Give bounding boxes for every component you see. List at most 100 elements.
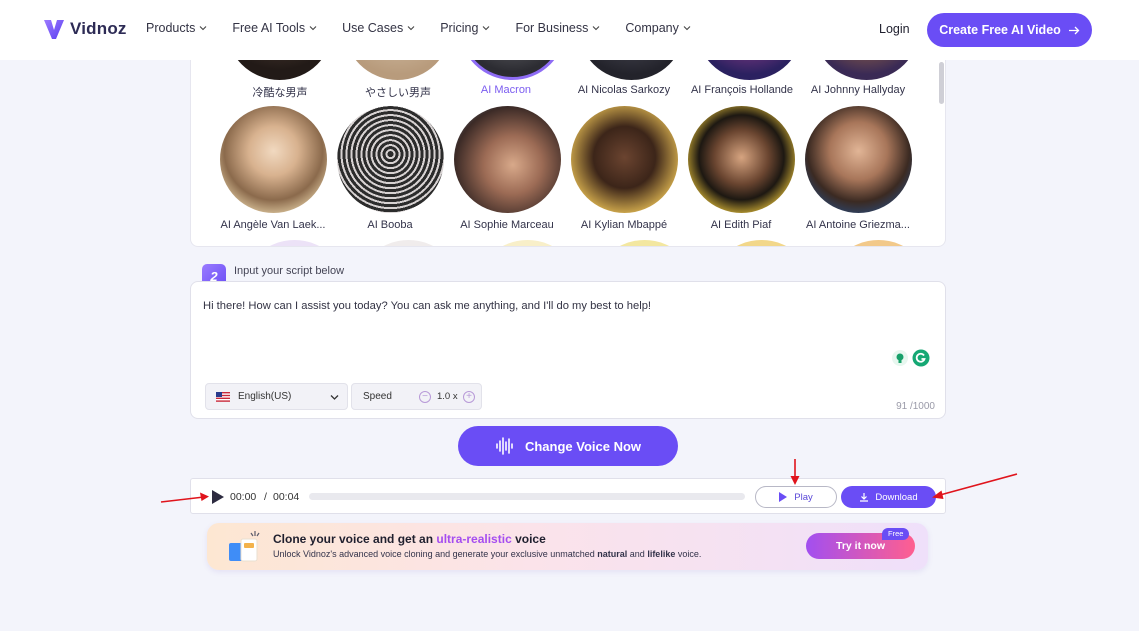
avatar-card[interactable]: AI Sophie Marceau (448, 106, 566, 231)
script-text[interactable]: Hi there! How can I assist you today? Yo… (203, 300, 651, 312)
character-counter: 91 /1000 (896, 401, 935, 412)
chevron-down-icon (593, 26, 600, 31)
speed-decrease-button[interactable]: − (419, 391, 431, 403)
avatar-name[interactable]: AI Johnny Hallyday (799, 84, 917, 96)
us-flag-icon (216, 391, 230, 402)
nav-label: Products (146, 21, 196, 35)
avatar-name: AI Angèle Van Laek... (220, 219, 326, 231)
banner-subtitle: Unlock Vidnoz's advanced voice cloning a… (273, 549, 701, 559)
vidnoz-logo[interactable]: Vidnoz (42, 17, 127, 41)
nav-company[interactable]: Company (625, 21, 691, 35)
step-2-label: Input your script below (234, 265, 345, 277)
speed-control: Speed − 1.0 x + (351, 383, 482, 410)
avatar-card[interactable]: AI Angèle Van Laek... (214, 106, 332, 231)
avatar-image[interactable] (355, 240, 462, 246)
panel-scrollbar[interactable] (939, 62, 944, 104)
avatar-image[interactable] (591, 240, 698, 246)
free-badge: Free (882, 528, 910, 540)
create-free-ai-video-button[interactable]: Create Free AI Video (927, 13, 1092, 47)
progress-bar[interactable] (309, 493, 745, 500)
avatar-image[interactable] (708, 240, 815, 246)
chevron-down-icon (330, 395, 339, 400)
language-select[interactable]: English(US) (205, 383, 348, 410)
avatar-image (804, 106, 912, 213)
time-separator: / (264, 491, 267, 503)
avatar-name[interactable]: AI Nicolas Sarkozy (565, 84, 683, 96)
banner-title: Clone your voice and get an ultra-realis… (273, 532, 546, 546)
avatar-image[interactable] (344, 60, 451, 80)
download-icon (860, 493, 869, 502)
avatar-image (219, 106, 327, 213)
nav-for-business[interactable]: For Business (515, 21, 600, 35)
current-time: 00:00 (230, 491, 257, 503)
script-input[interactable]: Hi there! How can I assist you today? Yo… (190, 281, 946, 419)
cta-label: Create Free AI Video (939, 23, 1061, 37)
avatar-name: AI Sophie Marceau (460, 219, 554, 231)
login-link[interactable]: Login (879, 22, 910, 36)
banner-sub-bold: lifelike (647, 549, 676, 559)
avatar-image (687, 106, 795, 213)
avatar-name[interactable]: やさしい男声 (339, 84, 457, 100)
nav-free-ai-tools[interactable]: Free AI Tools (232, 21, 317, 35)
nav-products[interactable]: Products (146, 21, 207, 35)
avatar-image[interactable] (226, 60, 333, 80)
top-header: Vidnoz Products Free AI Tools Use Cases … (0, 0, 1139, 60)
voice-clone-promo-banner: Clone your voice and get an ultra-realis… (207, 523, 928, 570)
audio-player: 00:00 / 00:04 Play Download (190, 478, 946, 514)
avatar-image[interactable] (825, 240, 932, 246)
nav-pricing[interactable]: Pricing (440, 21, 490, 35)
banner-sub-bold: natural (597, 549, 628, 559)
chevron-down-icon (483, 26, 490, 31)
nav-label: For Business (515, 21, 589, 35)
avatar-name: AI Kylian Mbappé (580, 219, 668, 231)
avatar-name: AI Booba (367, 219, 413, 231)
vidnoz-logo-icon (44, 20, 64, 39)
avatar-image[interactable] (696, 60, 803, 80)
play-icon[interactable] (212, 490, 224, 504)
avatar-card[interactable]: AI Edith Piaf (682, 106, 800, 231)
avatar-card[interactable]: AI Antoine Griezma... (799, 106, 917, 231)
change-voice-label: Change Voice Now (524, 438, 642, 454)
grammarly-icon[interactable] (912, 349, 930, 367)
avatar-card[interactable]: AI Booba (331, 106, 449, 231)
avatar-image (453, 106, 561, 213)
speed-increase-button[interactable]: + (463, 391, 475, 403)
banner-sub-part: voice. (675, 549, 702, 559)
brand-name: Vidnoz (70, 19, 127, 38)
sound-wave-icon (496, 437, 513, 455)
speed-label: Speed (363, 391, 392, 402)
play-icon (779, 492, 788, 502)
avatar-name[interactable]: 冷酷な男声 (221, 84, 339, 100)
avatar-card[interactable]: AI Kylian Mbappé (565, 106, 683, 231)
avatar-name: AI Antoine Griezma... (806, 219, 910, 231)
grammar-tools (891, 348, 931, 368)
nav-label: Free AI Tools (232, 21, 306, 35)
chevron-down-icon (199, 26, 207, 31)
banner-sub-part: Unlock Vidnoz's advanced voice cloning a… (273, 549, 598, 559)
banner-sub-part: and (627, 549, 648, 559)
play-button[interactable]: Play (755, 486, 837, 508)
avatar-name[interactable]: AI François Hollande (679, 84, 805, 96)
voice-avatar-panel: 冷酷な男声 やさしい男声 AI Macron AI Nicolas Sarkoz… (190, 60, 946, 247)
annotation-arrow-download-button (932, 473, 1018, 499)
nav-use-cases[interactable]: Use Cases (342, 21, 415, 35)
avatar-image-selected[interactable] (459, 60, 566, 80)
avatar-image (336, 106, 444, 213)
avatar-image (570, 106, 678, 213)
banner-title-part: Clone your voice and get an (273, 532, 437, 546)
avatar-image[interactable] (474, 240, 581, 246)
avatar-name: AI Edith Piaf (710, 219, 772, 231)
avatar-image[interactable] (578, 60, 685, 80)
nav-label: Use Cases (342, 21, 404, 35)
duration: 00:04 (273, 491, 300, 503)
banner-title-part: voice (511, 532, 546, 546)
avatar-name-selected[interactable]: AI Macron (447, 84, 565, 96)
change-voice-now-button[interactable]: Change Voice Now (458, 426, 678, 466)
gift-icon (229, 531, 260, 562)
chevron-down-icon (407, 26, 415, 31)
lightbulb-icon[interactable] (891, 349, 909, 367)
avatar-image[interactable] (813, 60, 920, 80)
avatar-image[interactable] (241, 240, 348, 246)
chevron-down-icon (309, 26, 317, 31)
play-label: Play (794, 491, 813, 503)
